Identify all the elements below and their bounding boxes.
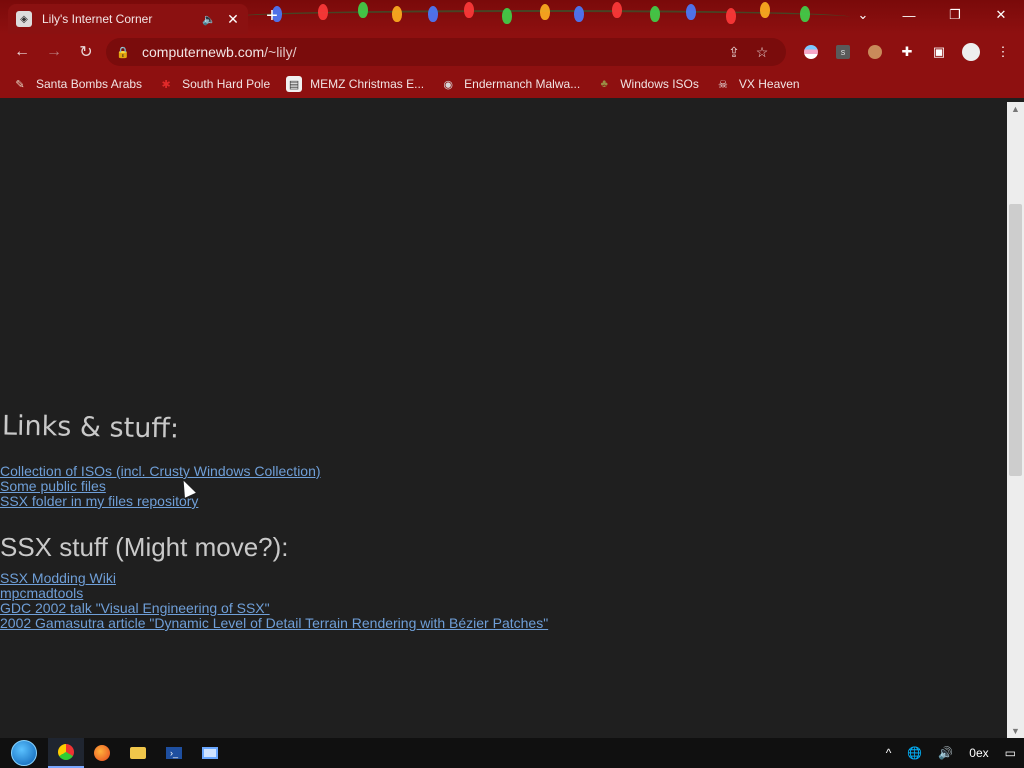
- spider-icon: ✱: [161, 78, 171, 91]
- scroll-up-icon[interactable]: ▲: [1007, 102, 1024, 116]
- action-center-icon[interactable]: ▭: [1005, 746, 1016, 760]
- forward-button[interactable]: →: [38, 36, 70, 68]
- link-public-files[interactable]: Some public files: [0, 479, 321, 494]
- scroll-down-icon[interactable]: ▼: [1007, 724, 1024, 738]
- link-ssx-folder[interactable]: SSX folder in my files repository: [0, 494, 321, 509]
- bookmark-item[interactable]: ▤ MEMZ Christmas E...: [286, 76, 424, 92]
- system-tray: ^ 🌐 🔊 0ex ▭: [878, 738, 1024, 768]
- extension-flag-icon[interactable]: [797, 38, 825, 66]
- restore-button[interactable]: ❐: [932, 0, 978, 30]
- skull-icon: ☠: [717, 78, 728, 91]
- bookmarks-bar: ✎ Santa Bombs Arabs ✱ South Hard Pole ▤ …: [0, 70, 1024, 98]
- image-icon: ▤: [286, 76, 303, 92]
- bookmark-label: South Hard Pole: [182, 77, 271, 91]
- links-list: Collection of ISOs (incl. Crusty Windows…: [0, 464, 321, 509]
- links-heading: Links & stuff:: [1, 410, 180, 445]
- bookmark-label: MEMZ Christmas E...: [310, 77, 425, 91]
- new-tab-button[interactable]: +: [262, 6, 282, 26]
- site-favicon-icon: ◈: [16, 11, 32, 27]
- page-scrollbar[interactable]: ▲ ▼: [1007, 102, 1024, 738]
- extension-avatar-icon[interactable]: [861, 38, 889, 66]
- url-path: /~lily/: [264, 44, 297, 60]
- tray-text[interactable]: 0ex: [969, 746, 988, 760]
- bookmark-label: Santa Bombs Arabs: [36, 77, 143, 91]
- bookmark-label: Windows ISOs: [620, 77, 699, 91]
- address-bar[interactable]: 🔒 computernewb.com/~lily/ ⇪ ☆: [106, 38, 786, 66]
- profile-avatar-icon[interactable]: [957, 38, 985, 66]
- url-text[interactable]: computernewb.com/~lily/: [142, 44, 720, 60]
- menu-kebab-icon[interactable]: ⋮: [989, 38, 1017, 66]
- bookmark-item[interactable]: ✱ South Hard Pole: [158, 76, 270, 92]
- share-icon[interactable]: ⇪: [720, 44, 748, 61]
- speaker-icon[interactable]: 🔈: [202, 13, 216, 26]
- bookmark-label: Endermanch Malwa...: [464, 77, 581, 91]
- close-window-button[interactable]: ✕: [978, 0, 1024, 30]
- ssx-links-list: SSX Modding Wiki mpcmadtools GDC 2002 ta…: [0, 571, 548, 631]
- back-button[interactable]: ←: [6, 36, 38, 68]
- title-bar: ◈ Lily's Internet Corner 🔈 ✕ + ⌄ — ❐ ✕: [0, 0, 1024, 34]
- raccoon-icon: ◉: [443, 78, 453, 91]
- link-ssx-wiki[interactable]: SSX Modding Wiki: [0, 571, 548, 586]
- close-tab-icon[interactable]: ✕: [226, 11, 240, 28]
- chrome-taskbar-icon[interactable]: [48, 738, 84, 768]
- firefox-taskbar-icon[interactable]: [84, 738, 120, 768]
- bookmark-icon: ✎: [15, 78, 25, 91]
- tab-title: Lily's Internet Corner: [42, 12, 153, 26]
- link-gdc-talk[interactable]: GDC 2002 talk "Visual Engineering of SSX…: [0, 601, 548, 616]
- bookmark-item[interactable]: ◉ Endermanch Malwa...: [440, 76, 580, 92]
- bookmark-item[interactable]: ♣ Windows ISOs: [596, 76, 699, 92]
- bookmark-star-icon[interactable]: ☆: [748, 44, 776, 61]
- tab-search-icon[interactable]: ⌄: [840, 0, 886, 30]
- window-app-taskbar-icon[interactable]: [192, 738, 228, 768]
- url-host: computernewb.com: [142, 44, 265, 60]
- windows-orb-icon: [11, 740, 37, 766]
- extension-s-icon[interactable]: s: [829, 38, 857, 66]
- window-controls: ⌄ — ❐ ✕: [840, 0, 1024, 30]
- file-explorer-taskbar-icon[interactable]: [120, 738, 156, 768]
- christmas-lights: [240, 0, 840, 34]
- ssx-heading: SSX stuff (Might move?):: [0, 532, 289, 562]
- tree-icon: ♣: [600, 78, 608, 90]
- taskbar: ›_ ^ 🌐 🔊 0ex ▭: [0, 738, 1024, 768]
- bookmark-item[interactable]: ☠ VX Heaven: [715, 76, 800, 92]
- side-panel-icon[interactable]: ▣: [925, 38, 953, 66]
- browser-tab[interactable]: ◈ Lily's Internet Corner 🔈 ✕: [8, 4, 248, 34]
- browser-toolbar: ← → ↻ 🔒 computernewb.com/~lily/ ⇪ ☆ s ✚ …: [0, 34, 1024, 70]
- link-iso-collection[interactable]: Collection of ISOs (incl. Crusty Windows…: [0, 464, 321, 479]
- lock-icon[interactable]: 🔒: [116, 46, 130, 59]
- minimize-button[interactable]: —: [886, 0, 932, 30]
- reload-button[interactable]: ↻: [70, 36, 102, 68]
- start-button[interactable]: [0, 738, 48, 768]
- link-mpcmadtools[interactable]: mpcmadtools: [0, 586, 548, 601]
- scroll-thumb[interactable]: [1009, 204, 1022, 476]
- page-content: Links & stuff: Collection of ISOs (incl.…: [0, 102, 1007, 738]
- bookmark-label: VX Heaven: [738, 77, 800, 91]
- link-gamasutra-article[interactable]: 2002 Gamasutra article "Dynamic Level of…: [0, 616, 548, 631]
- volume-icon[interactable]: 🔊: [938, 746, 953, 760]
- tray-chevron-icon[interactable]: ^: [886, 746, 892, 760]
- powershell-taskbar-icon[interactable]: ›_: [156, 738, 192, 768]
- bookmark-item[interactable]: ✎ Santa Bombs Arabs: [12, 76, 142, 92]
- extensions-puzzle-icon[interactable]: ✚: [893, 38, 921, 66]
- network-globe-icon[interactable]: 🌐: [907, 746, 922, 760]
